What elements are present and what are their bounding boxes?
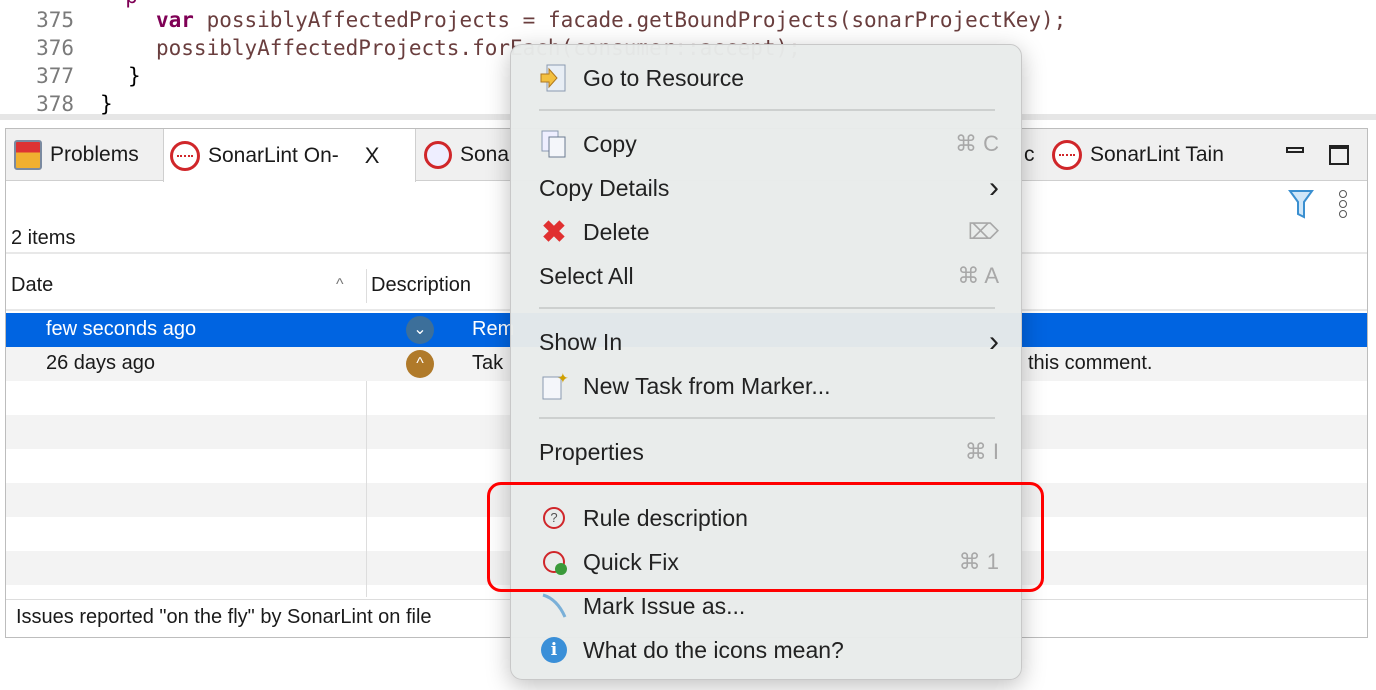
column-header-date[interactable]: Date ^ <box>6 263 366 307</box>
menu-label: Copy <box>583 130 637 157</box>
severity-major-icon: ^ <box>406 350 434 378</box>
column-label: Description <box>371 273 472 296</box>
sonarlint-icon <box>170 140 200 171</box>
date-cell: few seconds ago <box>46 318 197 340</box>
tab-label: Sona <box>460 143 510 166</box>
menu-item-properties[interactable]: Properties ⌘ I <box>539 432 999 472</box>
info-icon: i <box>539 635 569 665</box>
menu-label: What do the icons mean? <box>583 636 844 663</box>
mark-issue-icon <box>539 591 569 621</box>
line-number: 375 <box>36 8 74 32</box>
menu-item-delete[interactable]: ✖ Delete ⌦ <box>539 212 999 252</box>
maximize-icon[interactable] <box>1329 145 1349 165</box>
submenu-chevron-icon: › <box>989 171 999 204</box>
tab-sonarlint-on-the-fly[interactable]: SonarLint On- X <box>163 129 416 182</box>
code-line: } <box>100 92 113 116</box>
date-cell: 26 days ago <box>46 352 155 374</box>
tab-hidden[interactable]: c <box>1018 129 1048 181</box>
line-number: 376 <box>36 36 74 60</box>
menu-label: Copy Details <box>539 174 670 201</box>
menu-label: Mark Issue as... <box>583 592 746 619</box>
menu-item-icons-help[interactable]: i What do the icons mean? <box>539 630 999 670</box>
line-number: 377 <box>36 64 74 88</box>
tab-label: SonarLint Tain <box>1090 143 1224 166</box>
shortcut: ⌘ C <box>955 131 999 156</box>
menu-item-go-to-resource[interactable]: Go to Resource <box>539 58 999 98</box>
close-icon[interactable]: X <box>365 143 380 169</box>
tab-label: SonarLint On- <box>208 143 339 167</box>
menu-label: Go to Resource <box>583 64 745 91</box>
shortcut: ⌘ I <box>964 439 999 464</box>
new-task-icon: ✦ <box>539 371 569 401</box>
tab-sonarlint-report[interactable]: Sona <box>418 129 518 181</box>
copy-icon <box>539 129 569 159</box>
report-icon <box>424 141 452 169</box>
tab-sonarlint-taint[interactable]: SonarLint Tain <box>1046 129 1256 181</box>
sonarlint-lock-icon <box>1052 140 1082 170</box>
description-cell-tail: this comment. <box>1028 352 1153 374</box>
code-line: } <box>128 64 141 88</box>
menu-label: New Task from Marker... <box>583 372 831 399</box>
menu-item-copy[interactable]: Copy ⌘ C <box>539 124 999 164</box>
shortcut: ⌘ A <box>957 263 999 288</box>
sort-ascending-icon: ^ <box>336 276 344 293</box>
code-line-partial: p <box>100 0 138 8</box>
menu-item-copy-details[interactable]: Copy Details › <box>539 168 999 208</box>
highlight-annotation <box>487 482 1044 592</box>
description-cell: Tak <box>472 352 504 374</box>
svg-text:✦: ✦ <box>557 371 569 386</box>
tab-label: Problems <box>50 143 139 166</box>
menu-item-mark-issue[interactable]: Mark Issue as... <box>539 586 999 626</box>
line-number: 378 <box>36 92 74 116</box>
menu-label: Properties <box>539 438 644 465</box>
menu-item-new-task[interactable]: ✦ New Task from Marker... <box>539 366 999 406</box>
problems-icon <box>14 140 42 170</box>
item-count: 2 items <box>11 227 76 249</box>
tab-problems[interactable]: Problems <box>8 129 164 181</box>
column-label: Date <box>11 273 54 296</box>
code-line: var possiblyAffectedProjects = facade.ge… <box>156 8 1067 32</box>
severity-minor-icon: ⌄ <box>406 316 434 344</box>
filter-icon[interactable] <box>1288 189 1314 219</box>
menu-item-select-all[interactable]: Select All ⌘ A <box>539 256 999 296</box>
tab-label: c <box>1024 143 1035 166</box>
menu-label: Show In <box>539 328 623 355</box>
status-message: Issues reported "on the fly" by SonarLin… <box>16 606 432 628</box>
menu-label: Select All <box>539 262 634 289</box>
menu-label: Delete <box>583 218 650 245</box>
delete-icon: ✖ <box>541 215 567 249</box>
submenu-chevron-icon: › <box>989 325 999 358</box>
minimize-icon[interactable] <box>1286 147 1304 153</box>
shortcut: ⌦ <box>967 219 999 244</box>
description-cell: Rem <box>472 318 515 340</box>
menu-item-show-in[interactable]: Show In › <box>539 322 999 362</box>
go-to-resource-icon <box>539 63 569 93</box>
view-menu-icon[interactable] <box>1338 189 1348 219</box>
